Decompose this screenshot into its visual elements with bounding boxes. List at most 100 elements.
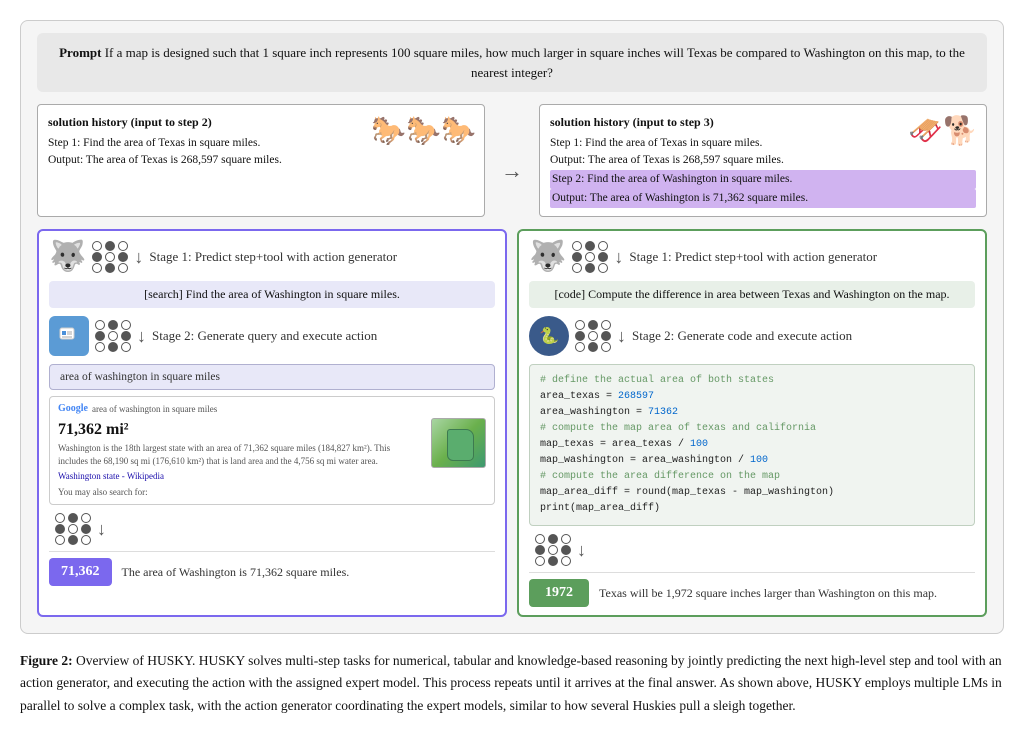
net-node [108,320,118,330]
history-step2-box: solution history (input to step 2) 🐎🐎🐎 S… [37,104,485,217]
net-node [548,556,558,566]
code-line-1: # define the actual area of both states [540,375,774,386]
also-searched: You may also search for: [58,486,421,499]
prompt-text: If a map is designed such that 1 square … [105,45,965,80]
net-node [561,556,571,566]
net-node [585,263,595,273]
result-text-block: 71,362 mi² Washington is the 18th larges… [58,418,421,498]
net-node [68,513,78,523]
net-node [118,263,128,273]
left-result-badge: 71,362 [49,558,112,586]
left-arrow-down-3: ↓ [97,519,106,540]
horse-icon-2: 🛷🐕 [908,111,978,153]
search-tool-icon [49,316,89,356]
code-line-9: print(map_area_diff) [540,503,660,514]
net-node [105,252,115,262]
net-node [598,241,608,251]
right-stage1-row: 🐺 [529,241,975,273]
right-arrow-down-2: ↓ [617,326,626,347]
right-network-3 [535,534,571,566]
history-step3-line4: Output: The area of Washington is 71,362… [550,189,976,208]
net-node [68,524,78,534]
net-node [55,524,65,534]
net-node [585,252,595,262]
net-node [95,342,105,352]
net-node [118,252,128,262]
left-stage2-label: Stage 2: Generate query and execute acti… [152,328,495,344]
left-stage2-row: ↓ Stage 2: Generate query and execute ac… [49,316,495,356]
net-node [588,331,598,341]
net-node [92,263,102,273]
code-block: # define the actual area of both states … [529,364,975,526]
area-result-value: 71,362 mi² [58,421,421,439]
search-query-display: area of washington in square miles [49,364,495,390]
wiki-link: Washington state - Wikipedia [58,470,421,483]
right-husky-icon: 🐺 [529,242,566,272]
right-stage1-label: Stage 1: Predict step+tool with action g… [629,249,975,265]
net-node [121,331,131,341]
result-snippet: Washington is the 18th largest state wit… [58,442,421,467]
net-node [81,524,91,534]
code-line-4: # compute the map area of texas and cali… [540,423,816,434]
left-network-2 [95,320,131,352]
net-node [535,545,545,555]
google-logo: Google [58,403,88,414]
code-line-6: map_washington = area_washington / 100 [540,455,768,466]
net-node [68,535,78,545]
history-step3-line2: Output: The area of Texas is 268,597 squ… [550,152,976,169]
net-node [598,263,608,273]
figure-caption: Figure 2: Overview of HUSKY. HUSKY solve… [20,650,1004,717]
net-node [55,535,65,545]
history-arrow: → [497,124,527,217]
net-node [548,545,558,555]
horse-icon-1: 🐎🐎🐎 [371,111,476,153]
history-step3-line3: Step 2: Find the area of Washington in s… [550,170,976,189]
map-image [431,418,486,468]
net-node [121,342,131,352]
left-result-text: The area of Washington is 71,362 square … [122,565,350,580]
right-stage2-row: 🐍 [529,316,975,356]
google-search-query: area of washington in square miles [92,404,217,414]
left-network [92,241,128,273]
right-stage2-label: Stage 2: Generate code and execute actio… [632,328,975,344]
search-results: Google area of washington in square mile… [49,396,495,505]
right-arrow-down-1: ↓ [614,247,623,268]
figure-text: Overview of HUSKY. HUSKY solves multi-st… [20,653,1002,713]
right-result-row: 1972 Texas will be 1,972 square inches l… [529,572,975,607]
code-line-5: map_texas = area_texas / 100 [540,439,708,450]
left-panel: 🐺 [37,229,507,617]
main-container: Prompt If a map is designed such that 1 … [20,20,1004,634]
net-node [118,241,128,251]
left-stage1-row: 🐺 [49,241,495,273]
net-node [108,342,118,352]
left-network-3 [55,513,91,545]
net-node [575,342,585,352]
net-node [575,320,585,330]
net-node [588,342,598,352]
net-node [548,534,558,544]
right-panel: 🐺 [517,229,987,617]
net-node [92,252,102,262]
net-node [601,342,611,352]
prompt-label: Prompt [59,45,101,60]
net-node [105,263,115,273]
right-network [572,241,608,273]
net-node [572,252,582,262]
history-row: solution history (input to step 2) 🐎🐎🐎 S… [37,104,987,217]
right-arrow-down-3: ↓ [577,540,586,561]
net-node [535,556,545,566]
result-content-row: 71,362 mi² Washington is the 18th larges… [58,418,486,498]
stages-row: 🐺 [37,229,987,617]
net-node [95,320,105,330]
history-step2-line2: Output: The area of Texas is 268,597 squ… [48,152,474,169]
python-icon: 🐍 [529,316,569,356]
right-network-2 [575,320,611,352]
net-node [572,263,582,273]
net-node [55,513,65,523]
left-stage1-label: Stage 1: Predict step+tool with action g… [149,249,495,265]
right-result-text: Texas will be 1,972 square inches larger… [599,586,937,601]
left-arrow-down-1: ↓ [134,247,143,268]
right-action-box: [code] Compute the difference in area be… [529,281,975,308]
net-node [121,320,131,330]
net-node [572,241,582,251]
